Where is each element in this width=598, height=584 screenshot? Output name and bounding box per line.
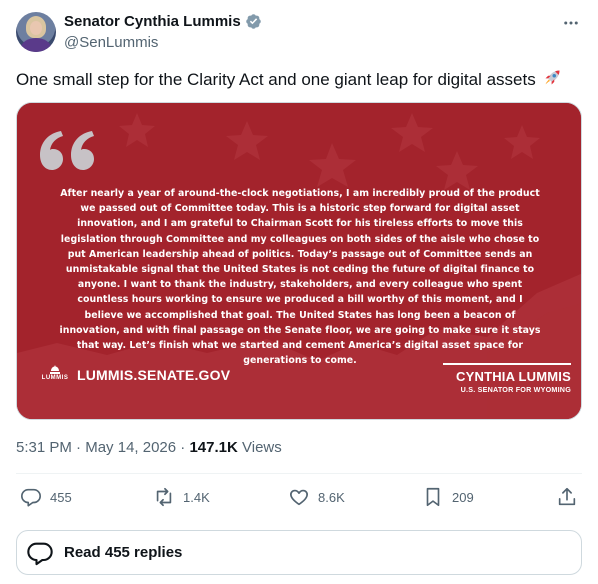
bookmark-button[interactable]: 209: [422, 486, 474, 508]
meta-separator: ·: [76, 439, 82, 456]
share-icon: [558, 487, 576, 506]
capitol-dome-icon: [50, 365, 60, 374]
meta-separator: ·: [180, 439, 186, 456]
action-bar: 455 1.4K 8.6K 209: [16, 486, 582, 512]
author-handle[interactable]: @SenLummis: [64, 34, 158, 51]
tweet-header: Senator Cynthia Lummis @SenLummis: [16, 12, 582, 54]
read-replies-label: Read 455 replies: [64, 544, 183, 561]
tweet-meta: 5:31 PM · May 14, 2026 · 147.1K Views: [16, 439, 282, 456]
heart-icon: [290, 489, 308, 506]
more-icon: [564, 21, 578, 25]
views-count: 147.1K: [189, 439, 238, 456]
tweet-time[interactable]: 5:31 PM: [16, 439, 72, 456]
author-name-row: Senator Cynthia Lummis: [64, 13, 262, 30]
author-avatar[interactable]: [16, 12, 56, 52]
views-label: Views: [242, 439, 282, 456]
quote-mark-icon: [40, 131, 94, 170]
bookmark-icon: [426, 487, 440, 507]
signature-divider: [443, 363, 571, 365]
bookmark-count: 209: [452, 489, 474, 505]
like-button[interactable]: 8.6K: [288, 486, 345, 508]
divider: [16, 473, 582, 474]
tweet-media-image[interactable]: After nearly a year of around-the-clock …: [16, 102, 582, 420]
reply-button[interactable]: 455: [20, 486, 72, 508]
reply-icon: [21, 488, 41, 507]
logo-wordmark: LUMMIS: [41, 375, 69, 381]
tweet-text: One small step for the Clarity Act and o…: [16, 67, 563, 91]
author-display-name[interactable]: Senator Cynthia Lummis: [64, 13, 241, 30]
website-label: LUMMIS.SENATE.GOV: [77, 367, 231, 383]
tweet-date[interactable]: May 14, 2026: [85, 439, 176, 456]
signature-block: CYNTHIA LUMMIS U.S. SENATOR FOR WYOMING: [443, 363, 571, 394]
repost-button[interactable]: 1.4K: [153, 486, 210, 508]
like-count: 8.6K: [318, 489, 345, 505]
signature-title: U.S. SENATOR FOR WYOMING: [460, 385, 571, 394]
tweet-body: One small step for the Clarity Act and o…: [16, 70, 536, 89]
signature-name: CYNTHIA LUMMIS: [456, 369, 571, 384]
reply-count: 455: [50, 489, 72, 505]
lummis-logo: LUMMIS LUMMIS.SENATE.GOV: [39, 365, 230, 385]
statement-quote: After nearly a year of around-the-clock …: [59, 188, 541, 367]
read-replies-button[interactable]: Read 455 replies: [16, 530, 582, 575]
reply-bubble-icon: [27, 542, 53, 565]
rocket-icon: [545, 70, 560, 85]
verified-badge-icon: [245, 14, 261, 29]
repost-icon: [156, 487, 172, 507]
repost-count: 1.4K: [183, 489, 210, 505]
share-button[interactable]: [556, 486, 578, 508]
more-options-button[interactable]: [560, 12, 582, 34]
